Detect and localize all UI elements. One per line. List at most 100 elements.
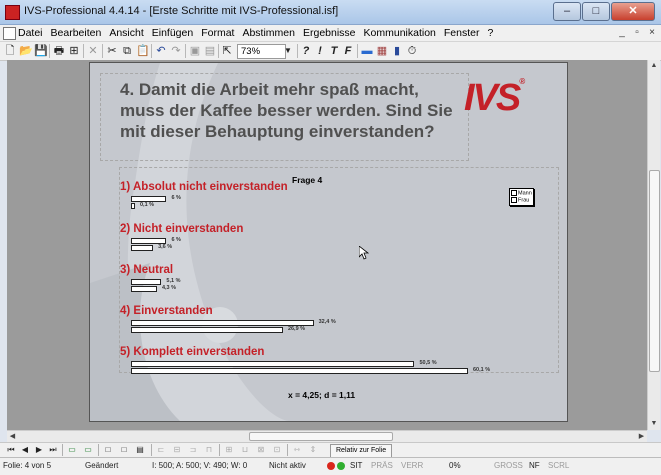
minimize-button[interactable]: – (553, 2, 581, 21)
first-slide-icon[interactable]: ⏮ (6, 444, 16, 456)
bar-value-label: 5,1 % (166, 278, 181, 284)
mdi-minimize-button[interactable]: _ (616, 27, 628, 38)
last-slide-icon[interactable]: ⏭ (48, 444, 58, 456)
same-height-icon[interactable]: ⇕ (307, 444, 319, 456)
menu-ansicht[interactable]: Ansicht (109, 27, 143, 39)
document-icon[interactable] (3, 27, 16, 40)
bar-value-label: 6 % (171, 195, 181, 201)
menu-einfuegen[interactable]: Einfügen (152, 27, 193, 39)
form-slide-icon[interactable]: F (343, 44, 353, 58)
close-button[interactable]: ✕ (611, 2, 655, 21)
vertical-scrollbar[interactable]: ▲ ▼ (647, 60, 660, 430)
chart-title: Frage 4 (292, 175, 323, 185)
status-percent: 0% (449, 461, 461, 470)
chart-bar (131, 361, 415, 367)
legend-label: Frau (518, 197, 530, 204)
legend-swatch (511, 190, 517, 196)
menu-ergebnisse[interactable]: Ergebnisse (303, 27, 356, 39)
chart-bar (131, 245, 154, 251)
status-pras: PRÄS (371, 461, 393, 470)
bar-chart-icon[interactable]: ▮ (391, 44, 403, 58)
menu-bar: Datei Bearbeiten Ansicht Einfügen Format… (0, 25, 661, 42)
scroll-right-arrow-icon[interactable]: ▶ (636, 431, 647, 442)
next-slide-icon[interactable]: ▶ (34, 444, 44, 456)
send-back-icon[interactable]: ▤ (204, 44, 216, 58)
legend-item: Frau (511, 197, 529, 203)
align-top-icon[interactable]: ⊓ (203, 444, 215, 456)
menu-items: Datei Bearbeiten Ansicht Einfügen Format… (18, 27, 501, 39)
align-center-icon[interactable]: ⊟ (171, 444, 183, 456)
slide-question: 4. Damit die Arbeit mehr spaß macht, mus… (120, 80, 453, 141)
bar-value-label: 50,5 % (419, 360, 437, 366)
status-gross: GROSS (494, 461, 523, 470)
horizontal-scrollbar[interactable]: ◀ ▶ (7, 430, 647, 442)
legend-item: Mann (511, 190, 532, 196)
bar-value-label: 3,6 % (158, 244, 173, 250)
bring-front-icon[interactable]: ▣ (189, 44, 201, 58)
distribute-h-icon[interactable]: ⊠ (255, 444, 267, 456)
align-bottom-icon[interactable]: ⊔ (239, 444, 251, 456)
undo-icon[interactable]: ↶ (155, 44, 167, 58)
new-slide-icon[interactable]: ▭ (66, 444, 78, 456)
status-counts: I: 500; A: 500; V: 490; W: 0 (152, 461, 248, 470)
copy-icon[interactable]: ⧉ (121, 44, 133, 58)
chart-settings-icon[interactable]: ▦ (376, 44, 388, 58)
save-icon[interactable]: 💾 (34, 44, 48, 58)
menu-fenster[interactable]: Fenster (444, 27, 480, 39)
horizontal-scroll-thumb[interactable] (249, 432, 393, 441)
question-slide-icon[interactable]: ? (301, 44, 311, 58)
category-label: 5) Komplett einverstanden (120, 346, 265, 358)
zoom-dropdown-icon[interactable]: ▼ (283, 44, 293, 58)
app-icon[interactable] (5, 5, 20, 20)
menu-abstimmen[interactable]: Abstimmen (242, 27, 295, 39)
window-title-bar[interactable]: IVS-Professional 4.4.14 - [Erste Schritt… (0, 0, 661, 25)
same-width-icon[interactable]: ⇿ (291, 444, 303, 456)
maximize-button[interactable]: □ (582, 2, 610, 21)
scroll-up-arrow-icon[interactable]: ▲ (648, 60, 660, 72)
outline-view-icon[interactable]: □ (118, 444, 130, 456)
align-left-icon[interactable]: ⊏ (155, 444, 167, 456)
mouse-cursor-icon (359, 246, 369, 260)
exclaim-slide-icon[interactable]: ! (315, 44, 325, 58)
menu-kommunikation[interactable]: Kommunikation (364, 27, 436, 39)
background-icon[interactable]: ▬ (361, 44, 373, 58)
align-right-icon[interactable]: ⊐ (187, 444, 199, 456)
text-slide-icon[interactable]: T (329, 44, 339, 58)
menu-datei[interactable]: Datei (18, 27, 43, 39)
paste-icon[interactable]: 📋 (136, 44, 150, 58)
delete-slide-icon[interactable]: ▭ (82, 444, 94, 456)
distribute-v-icon[interactable]: ⊡ (271, 444, 283, 456)
mdi-close-button[interactable]: × (646, 27, 658, 38)
status-red-light-icon (327, 462, 335, 470)
slide[interactable]: 4. Damit die Arbeit mehr spaß macht, mus… (89, 62, 568, 422)
mdi-restore-button[interactable]: ▫ (631, 27, 643, 38)
new-file-icon[interactable]: 🗋 (4, 44, 16, 58)
delete-icon[interactable]: ✕ (87, 44, 99, 58)
category-label: 2) Nicht einverstanden (120, 223, 244, 235)
chart-bar (131, 320, 314, 326)
slide-navigation-bar: ⏮ ◀ ▶ ⏭ ▭ ▭ □ □ ▤ ⊏ ⊟ ⊐ ⊓ ⊞ ⊔ ⊠ ⊡ ⇿ ⇕ Re… (0, 442, 661, 458)
sorter-view-icon[interactable]: ▤ (134, 444, 146, 456)
cut-icon[interactable]: ✂ (106, 44, 118, 58)
properties-icon[interactable]: ⊞ (68, 44, 80, 58)
align-middle-icon[interactable]: ⊞ (223, 444, 235, 456)
ivs-logo: IVS® (464, 77, 525, 120)
menu-help[interactable]: ? (488, 27, 494, 39)
timer-icon[interactable]: ⏱ (406, 44, 418, 58)
zoom-select[interactable]: 73% (237, 44, 286, 59)
scroll-down-arrow-icon[interactable]: ▼ (648, 418, 660, 430)
previous-slide-icon[interactable]: ◀ (20, 444, 30, 456)
menu-bearbeiten[interactable]: Bearbeiten (51, 27, 102, 39)
vertical-scroll-thumb[interactable] (649, 170, 660, 372)
bar-value-label: 32,4 % (318, 319, 336, 325)
status-slide-position: Folie: 4 von 5 (3, 461, 52, 470)
legend-label: Mann (518, 190, 532, 197)
open-folder-icon[interactable]: 📂 (19, 44, 33, 58)
scroll-left-arrow-icon[interactable]: ◀ (7, 431, 18, 442)
print-icon[interactable]: 🖶 (53, 44, 65, 58)
relative-to-slide-button[interactable]: Relativ zur Folie (330, 444, 393, 458)
pointer-icon[interactable]: ⇱ (221, 44, 233, 58)
slide-view-icon[interactable]: □ (102, 444, 114, 456)
redo-icon[interactable]: ↷ (170, 44, 182, 58)
menu-format[interactable]: Format (201, 27, 234, 39)
